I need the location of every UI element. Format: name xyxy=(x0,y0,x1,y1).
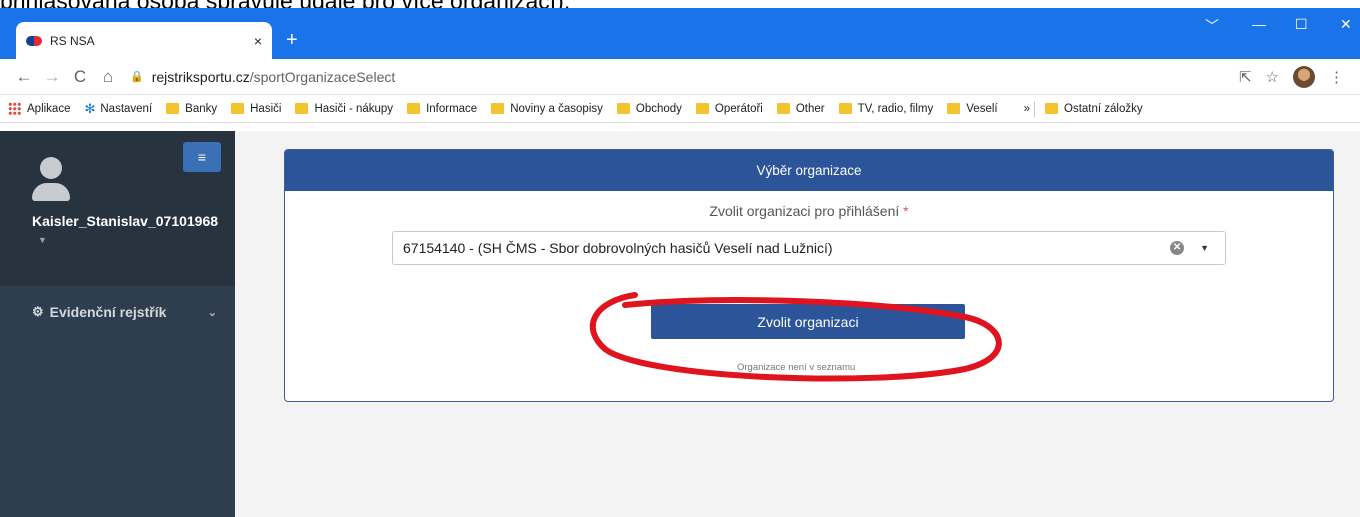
main-content: Výběr organizace Zvolit organizaci pro p… xyxy=(235,131,1360,517)
required-mark: * xyxy=(903,203,909,219)
folder-icon xyxy=(947,103,961,114)
user-dropdown-caret[interactable]: ▼ xyxy=(38,235,47,245)
bookmark-label: Other xyxy=(795,102,825,115)
tab-search-icon[interactable]: ﹀ xyxy=(1205,16,1219,36)
folder-icon xyxy=(776,103,790,114)
address-actions: ⇱ ☆ ⋮ xyxy=(1239,65,1344,88)
bookmark-label: Ostatní záložky xyxy=(1064,102,1143,115)
bookmark-folder[interactable]: Banky xyxy=(166,103,217,115)
folder-icon xyxy=(616,103,630,114)
bookmark-label: Banky xyxy=(185,102,218,115)
folder-icon xyxy=(1045,103,1058,114)
sidebar-item-evidencni-rejstrik[interactable]: ⚙ Evidenční rejstřík ⌄ xyxy=(32,304,217,320)
sidebar: ≡ Kaisler_Stanislav_07101968 ▼ ⚙ Evidenč… xyxy=(0,131,235,517)
forward-icon[interactable]: → xyxy=(38,67,66,87)
organization-not-listed-link[interactable]: Organizace není v seznamu xyxy=(737,362,855,373)
dropdown-arrow-icon[interactable]: ▼ xyxy=(1200,243,1209,253)
profile-avatar[interactable] xyxy=(1293,65,1315,88)
minimize-button[interactable]: — xyxy=(1252,16,1266,32)
folder-icon xyxy=(838,103,852,114)
organization-select-card: Výběr organizace Zvolit organizaci pro p… xyxy=(284,149,1334,402)
bookmark-folder[interactable]: Obchody xyxy=(616,102,682,115)
card-title: Výběr organizace xyxy=(285,150,1333,191)
bookmark-folder[interactable]: Veselí xyxy=(947,102,998,115)
clear-selection-icon[interactable]: ✕ xyxy=(1170,241,1185,255)
bookmark-label: Informace xyxy=(426,102,478,115)
menu-toggle-button[interactable]: ≡ xyxy=(183,142,221,172)
selected-organization: 67154140 - (SH ČMS - Sbor dobrovolných h… xyxy=(403,240,833,256)
bookmark-folder[interactable]: TV, radio, filmy xyxy=(838,102,934,115)
bookmarks-overflow-button[interactable]: » xyxy=(1024,103,1030,115)
field-label-text: Zvolit organizaci pro přihlášení xyxy=(709,203,900,219)
tab-bar: RS NSA × + ﹀ — ☐ ✕ xyxy=(0,8,1360,59)
favicon-icon xyxy=(26,35,42,46)
folder-icon xyxy=(166,103,180,114)
bookmark-label: Veselí xyxy=(966,102,998,115)
chrome-menu-icon[interactable]: ⋮ xyxy=(1329,68,1344,86)
lock-icon: 🔒 xyxy=(130,71,144,83)
bookmark-settings[interactable]: ✻ Nastavení xyxy=(84,101,152,117)
browser-tab[interactable]: RS NSA × xyxy=(16,22,272,59)
bookmark-folder[interactable]: Informace xyxy=(407,103,477,115)
apps-grid-icon xyxy=(8,102,21,115)
folder-icon xyxy=(695,103,709,114)
bookmark-other[interactable]: Ostatní záložky xyxy=(1045,103,1143,115)
bookmark-apps[interactable]: Aplikace xyxy=(8,102,70,115)
username: Kaisler_Stanislav_07101968 xyxy=(32,213,219,229)
bookmark-label: Hasiči - nákupy xyxy=(314,102,394,115)
url-input[interactable]: 🔒 rejstriksportu.cz/sportOrganizaceSelec… xyxy=(130,63,1239,91)
back-icon[interactable]: ← xyxy=(10,67,38,87)
home-icon[interactable]: ⌂ xyxy=(94,67,122,87)
organization-select[interactable]: 67154140 - (SH ČMS - Sbor dobrovolných h… xyxy=(392,231,1226,265)
maximize-button[interactable]: ☐ xyxy=(1295,16,1308,33)
sidebar-item-label: Evidenční rejstřík xyxy=(49,304,167,320)
users-icon: ⚙ xyxy=(32,304,44,319)
field-label: Zvolit organizaci pro přihlášení * xyxy=(285,203,1333,219)
chevron-down-icon: ⌄ xyxy=(207,306,217,319)
address-bar-row: ← → C ⌂ 🔒 rejstriksportu.cz/sportOrganiz… xyxy=(0,59,1360,95)
bookmark-label: Obchody xyxy=(635,102,682,115)
bookmark-label: Noviny a časopisy xyxy=(510,102,603,115)
folder-icon xyxy=(295,103,309,114)
folder-icon xyxy=(491,103,505,114)
bookmark-label: Operátoři xyxy=(714,102,763,115)
url-path: /sportOrganizaceSelect xyxy=(249,68,396,85)
folder-icon xyxy=(407,103,421,114)
reload-icon[interactable]: C xyxy=(66,67,94,87)
gear-icon: ✻ xyxy=(84,100,96,116)
bookmark-folder[interactable]: Operátoři xyxy=(695,102,763,115)
bookmarks-bar: Aplikace ✻ Nastavení Banky Hasiči Hasiči … xyxy=(0,95,1360,123)
user-avatar-icon xyxy=(32,157,70,201)
folder-icon xyxy=(231,103,245,114)
url-host: rejstriksportu.cz xyxy=(151,68,250,85)
new-tab-button[interactable]: + xyxy=(286,30,298,50)
tab-close-icon[interactable]: × xyxy=(254,33,262,49)
bookmark-folder[interactable]: Noviny a časopisy xyxy=(491,103,603,115)
sidebar-user-panel: ≡ Kaisler_Stanislav_07101968 ▼ xyxy=(0,131,235,286)
close-window-button[interactable]: ✕ xyxy=(1340,16,1352,33)
bookmark-folder[interactable]: Other xyxy=(776,102,825,115)
choose-organization-button[interactable]: Zvolit organizaci xyxy=(651,304,965,339)
tab-title: RS NSA xyxy=(50,33,95,48)
bookmark-folder[interactable]: Hasiči xyxy=(231,103,281,115)
bookmark-label: TV, radio, filmy xyxy=(857,102,934,115)
bookmark-folder[interactable]: Hasiči - nákupy xyxy=(295,103,393,115)
bookmark-label: Nastavení xyxy=(100,102,153,115)
bookmark-label: Hasiči xyxy=(250,102,282,115)
browser-chrome: RS NSA × + ﹀ — ☐ ✕ ← → C ⌂ 🔒 rejstrikspo… xyxy=(0,8,1360,123)
bookmarks-divider xyxy=(1034,100,1035,117)
bookmark-label: Aplikace xyxy=(27,102,71,115)
bookmark-star-icon[interactable]: ☆ xyxy=(1266,68,1279,86)
share-icon[interactable]: ⇱ xyxy=(1239,68,1252,86)
